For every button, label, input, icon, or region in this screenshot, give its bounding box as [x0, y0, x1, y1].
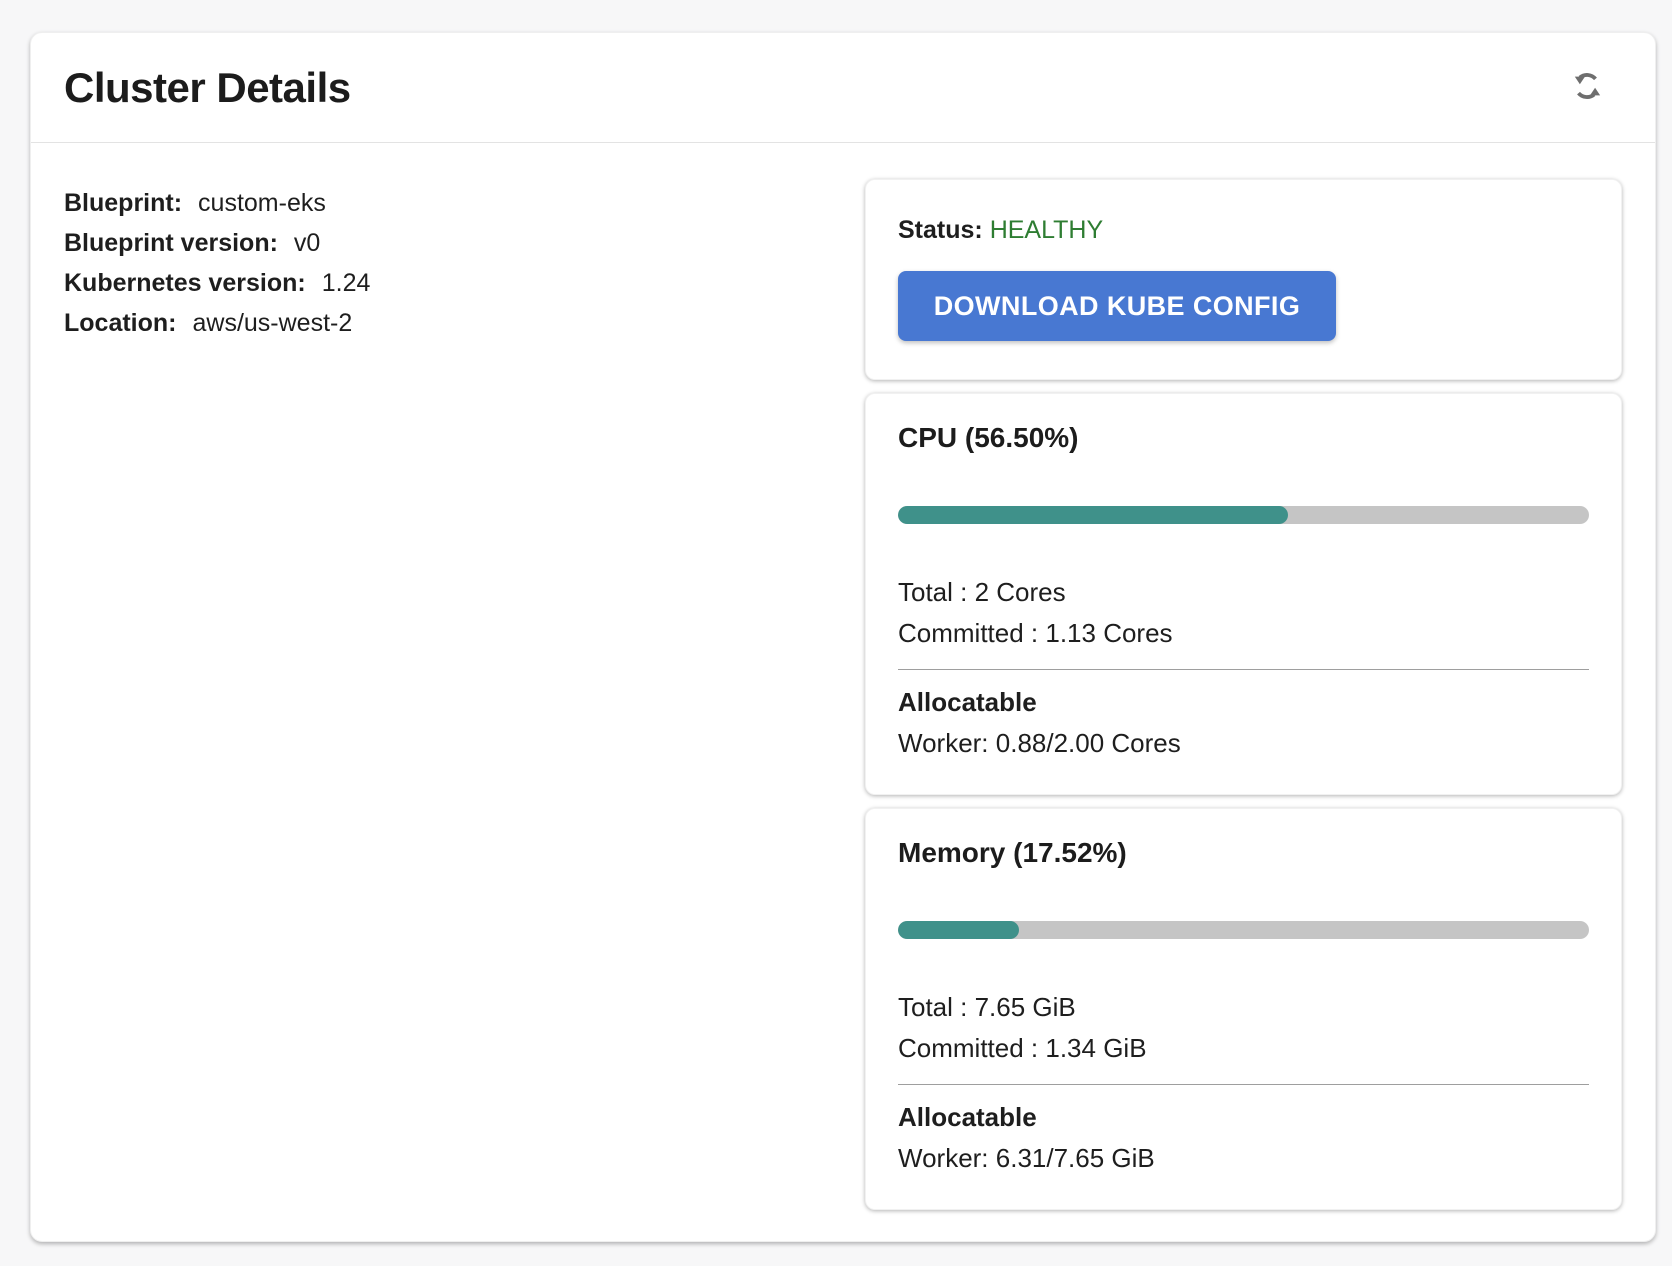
- status-panel: Status: HEALTHY DOWNLOAD KUBE CONFIG: [865, 179, 1622, 380]
- info-value: custom-eks: [198, 189, 326, 217]
- info-value: v0: [294, 229, 320, 257]
- allocatable-label: Allocatable: [898, 682, 1589, 723]
- status-line: Status: HEALTHY: [898, 216, 1589, 245]
- divider: [898, 1084, 1589, 1085]
- cpu-stats: Total : 2 Cores Committed : 1.13 Cores: [898, 572, 1589, 654]
- memory-committed: Committed : 1.34 GiB: [898, 1028, 1589, 1069]
- divider: [898, 669, 1589, 670]
- memory-allocatable-block: Allocatable Worker: 6.31/7.65 GiB: [898, 1097, 1589, 1179]
- cpu-progress-fill: [898, 506, 1288, 524]
- cpu-title: CPU (56.50%): [898, 422, 1589, 454]
- cpu-worker: Worker: 0.88/2.00 Cores: [898, 723, 1589, 764]
- cpu-committed: Committed : 1.13 Cores: [898, 613, 1589, 654]
- cpu-progress-track: [898, 506, 1589, 524]
- metrics-column: Status: HEALTHY DOWNLOAD KUBE CONFIG CPU…: [865, 179, 1622, 1223]
- memory-stats: Total : 7.65 GiB Committed : 1.34 GiB: [898, 987, 1589, 1069]
- info-row-location: Location: aws/us-west-2: [64, 303, 865, 343]
- memory-progress-track: [898, 921, 1589, 939]
- status-label: Status:: [898, 216, 983, 244]
- allocatable-label: Allocatable: [898, 1097, 1589, 1138]
- card-body: Blueprint: custom-eks Blueprint version: v…: [31, 143, 1655, 1223]
- memory-worker: Worker: 6.31/7.65 GiB: [898, 1138, 1589, 1179]
- info-row-blueprint-version: Blueprint version: v0: [64, 223, 865, 263]
- cpu-total: Total : 2 Cores: [898, 572, 1589, 613]
- cluster-info-list: Blueprint: custom-eks Blueprint version: v…: [64, 179, 865, 1223]
- info-value: 1.24: [322, 269, 371, 297]
- memory-progress-fill: [898, 921, 1019, 939]
- memory-title: Memory (17.52%): [898, 837, 1589, 869]
- refresh-button[interactable]: [1565, 66, 1609, 110]
- info-row-blueprint: Blueprint: custom-eks: [64, 183, 865, 223]
- info-label: Blueprint version:: [64, 229, 278, 257]
- info-label: Location:: [64, 309, 177, 337]
- download-kube-config-button[interactable]: DOWNLOAD KUBE CONFIG: [898, 271, 1336, 341]
- info-value: aws/us-west-2: [193, 309, 353, 337]
- info-row-kubernetes-version: Kubernetes version: 1.24: [64, 263, 865, 303]
- cluster-details-card: Cluster Details Blueprint: custom-eks Blu…: [30, 32, 1656, 1242]
- memory-panel: Memory (17.52%) Total : 7.65 GiB Committ…: [865, 808, 1622, 1210]
- refresh-icon: [1566, 67, 1608, 108]
- cpu-panel: CPU (56.50%) Total : 2 Cores Committed :…: [865, 393, 1622, 795]
- info-label: Blueprint:: [64, 189, 182, 217]
- memory-total: Total : 7.65 GiB: [898, 987, 1589, 1028]
- info-label: Kubernetes version:: [64, 269, 306, 297]
- status-value: HEALTHY: [990, 216, 1103, 244]
- page-title: Cluster Details: [64, 64, 351, 112]
- card-header: Cluster Details: [31, 33, 1655, 143]
- cpu-allocatable-block: Allocatable Worker: 0.88/2.00 Cores: [898, 682, 1589, 764]
